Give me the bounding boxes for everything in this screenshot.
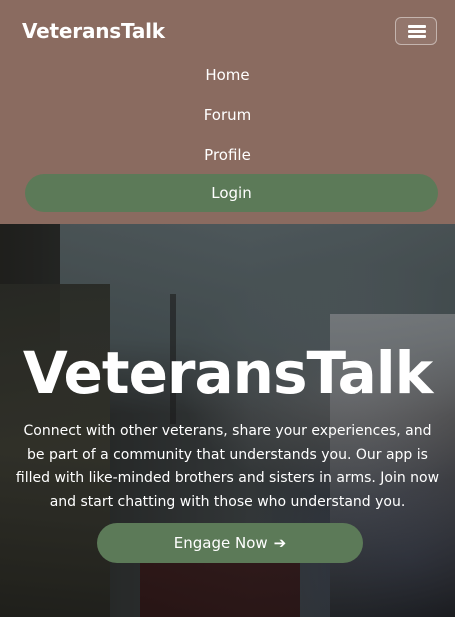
nav-link-profile[interactable]: Profile <box>0 145 455 165</box>
hero-section: VeteransTalk Connect with other veterans… <box>0 224 455 617</box>
hero-description: Connect with other veterans, share your … <box>15 423 440 510</box>
nav-link-forum[interactable]: Forum <box>0 105 455 125</box>
arrow-right-icon: ➔ <box>273 534 287 552</box>
navbar-toggle-button[interactable] <box>395 17 437 45</box>
login-button[interactable]: Login <box>25 174 438 212</box>
hero-title: VeteransTalk <box>22 339 433 407</box>
engage-now-label: Engage Now <box>173 534 268 552</box>
nav-link-home[interactable]: Home <box>0 65 455 85</box>
navbar: VeteransTalk Home Forum Profile Login <box>0 0 455 224</box>
brand-logo-text[interactable]: VeteransTalk <box>22 19 165 43</box>
engage-now-button[interactable]: Engage Now ➔ <box>97 523 363 563</box>
